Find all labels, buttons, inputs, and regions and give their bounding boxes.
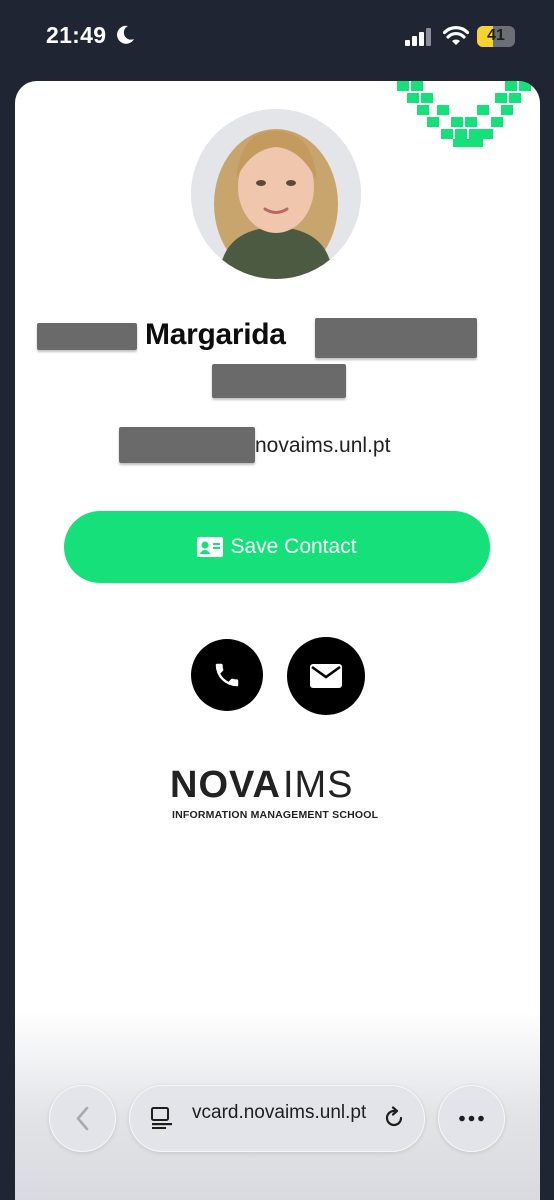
signal-icon <box>405 28 431 46</box>
reader-mode-icon[interactable] <box>151 1107 173 1129</box>
battery-indicator: 41 <box>477 26 515 47</box>
envelope-icon <box>310 664 342 688</box>
pixel-pattern-decoration <box>397 81 531 147</box>
contact-email[interactable]: novaims.unl.pt <box>255 434 390 458</box>
moon-icon <box>117 25 134 44</box>
logo-wordmark: NOVAIMS <box>170 764 354 806</box>
more-icon <box>459 1115 484 1122</box>
profile-photo <box>191 109 361 279</box>
phone-icon <box>215 663 239 687</box>
redacted-surname <box>315 318 477 358</box>
status-time: 21:49 <box>46 22 107 48</box>
status-bar: 21:49 41 <box>0 0 554 76</box>
address-bar[interactable]: vcard.novaims.unl.pt <box>129 1085 425 1152</box>
save-contact-label: Save Contact <box>230 535 357 558</box>
nova-ims-logo: NOVAIMS INFORMATION MANAGEMENT SCHOOL <box>170 764 385 826</box>
redacted-email-user <box>119 427 255 463</box>
battery-percent: 41 <box>487 27 505 44</box>
email-button[interactable] <box>287 637 365 715</box>
back-button[interactable] <box>49 1085 116 1152</box>
wifi-icon <box>443 26 469 45</box>
call-button[interactable] <box>191 639 263 711</box>
save-contact-button[interactable]: Save Contact <box>64 511 490 583</box>
chevron-left-icon <box>76 1106 89 1131</box>
email-row[interactable]: novaims.unl.pt <box>15 427 540 463</box>
contact-card-icon <box>197 537 224 557</box>
redacted-surname-line2 <box>212 364 346 398</box>
redacted-first-name <box>37 323 137 350</box>
name-row: Margarida <box>15 318 540 358</box>
more-button[interactable] <box>438 1085 505 1152</box>
reload-icon[interactable] <box>382 1106 406 1130</box>
contact-name: Margarida <box>145 318 286 351</box>
url-text[interactable]: vcard.novaims.unl.pt <box>192 1102 366 1124</box>
logo-subtitle: INFORMATION MANAGEMENT SCHOOL <box>172 809 379 821</box>
